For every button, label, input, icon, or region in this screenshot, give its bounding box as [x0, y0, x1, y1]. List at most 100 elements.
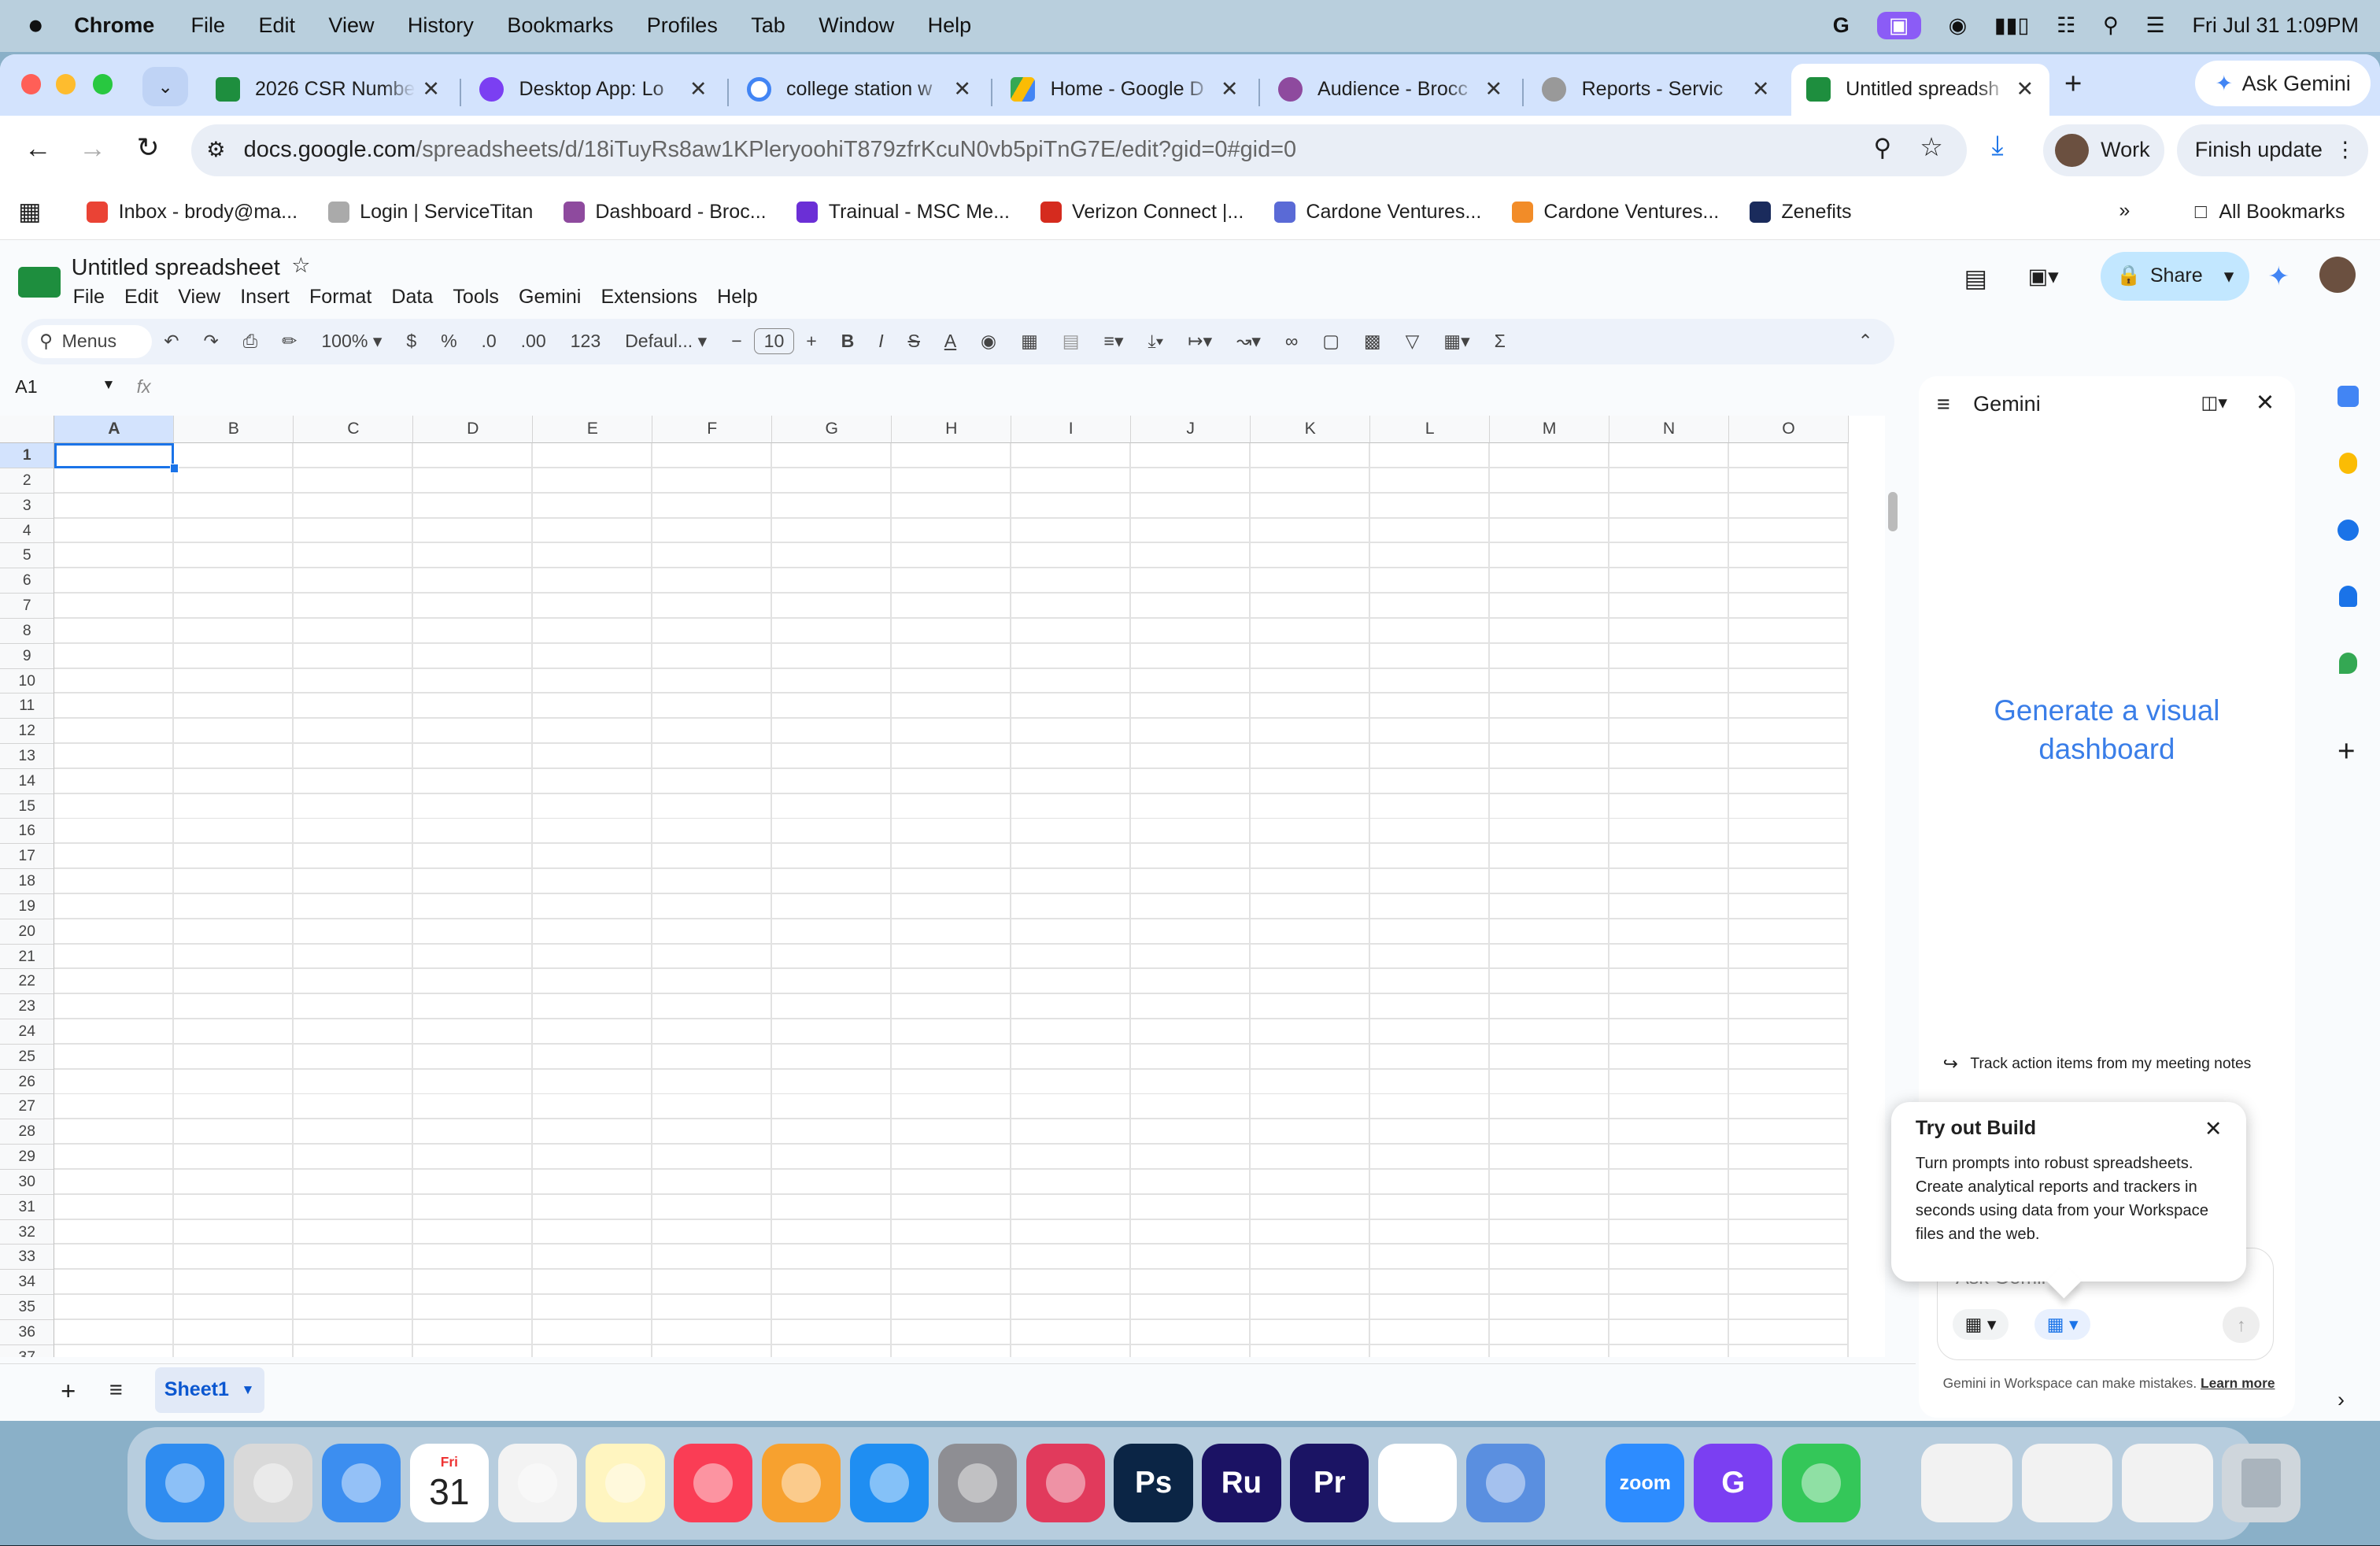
name-box[interactable]: A1 ▼ [15, 376, 115, 398]
dock-phone[interactable] [1781, 1444, 1861, 1523]
dock-trash[interactable] [2222, 1444, 2301, 1523]
dock-launchpad[interactable] [233, 1444, 313, 1523]
menu-view[interactable]: View [328, 13, 374, 38]
row-header[interactable]: 19 [0, 893, 55, 919]
all-sheets-icon[interactable]: ≡ [109, 1378, 123, 1404]
wifi-icon[interactable]: ☷ [2057, 13, 2075, 38]
fill-color-icon[interactable]: ◉ [981, 331, 996, 352]
decrease-decimal-button[interactable]: .0 [481, 331, 496, 352]
menu-tab[interactable]: Tab [751, 13, 785, 38]
functions-button[interactable]: Σ [1495, 331, 1506, 352]
row-header[interactable]: 17 [0, 844, 55, 870]
dock-app-store[interactable] [849, 1444, 929, 1523]
popup-close-icon[interactable]: ✕ [2204, 1117, 2223, 1141]
dock-grammarly[interactable]: G [1694, 1444, 1773, 1523]
bookmark-cardone-2[interactable]: Cardone Ventures... [1511, 201, 1719, 224]
dock-recent-stack[interactable] [2021, 1444, 2113, 1523]
control-center-icon[interactable]: ☰ [2146, 13, 2165, 38]
maps-icon[interactable] [2338, 653, 2358, 675]
dock-photoshop[interactable]: Ps [1114, 1444, 1193, 1523]
font-size-input[interactable]: 10 [754, 328, 794, 355]
menu-history[interactable]: History [408, 13, 474, 38]
build-chip-icon[interactable]: ▦ ▾ [2034, 1309, 2091, 1340]
dock-premiere-pro[interactable]: Pr [1290, 1444, 1369, 1523]
share-button[interactable]: 🔒 Share ▾ [2101, 252, 2250, 301]
gemini-headline[interactable]: Generate a visual dashboard [1970, 692, 2243, 767]
clock[interactable]: Fri Jul 31 1:09PM [2192, 13, 2359, 38]
fill-handle[interactable] [169, 464, 179, 473]
reload-icon[interactable]: ↻ [137, 132, 160, 164]
italic-button[interactable]: I [878, 331, 883, 352]
apple-icon[interactable]: ● [28, 10, 44, 41]
bold-button[interactable]: B [841, 331, 855, 352]
row-header[interactable]: 30 [0, 1169, 55, 1195]
menu-bookmarks[interactable]: Bookmarks [507, 13, 613, 38]
tab-csr-numbers[interactable]: 2026 CSR Numbe ✕ [201, 64, 456, 116]
column-header[interactable]: D [413, 416, 534, 444]
row-header[interactable]: 18 [0, 869, 55, 894]
doc-menu-data[interactable]: Data [391, 286, 433, 309]
share-dropdown-icon[interactable]: ▾ [2224, 264, 2234, 288]
doc-menu-gemini[interactable]: Gemini [519, 286, 581, 309]
row-header[interactable]: 8 [0, 618, 55, 644]
grammarly-icon[interactable]: G [1833, 13, 1850, 38]
selected-cell-a1[interactable] [54, 443, 175, 468]
column-header[interactable]: H [892, 416, 1012, 444]
maximize-window-dot[interactable] [92, 74, 113, 94]
row-header[interactable]: 9 [0, 643, 55, 669]
row-header[interactable]: 3 [0, 493, 55, 519]
dock-chrome[interactable] [1377, 1444, 1458, 1523]
row-header[interactable]: 36 [0, 1319, 55, 1345]
download-icon[interactable]: ⤓ [1991, 131, 2003, 161]
tab-google-drive[interactable]: Home - Google D ✕ [996, 64, 1254, 116]
column-header[interactable]: M [1490, 416, 1610, 444]
row-header[interactable]: 37 [0, 1344, 55, 1358]
bookmark-verizon[interactable]: Verizon Connect |... [1040, 201, 1244, 224]
battery-icon[interactable]: ▮▮▯ [1994, 13, 2030, 38]
menu-profiles[interactable]: Profiles [647, 13, 718, 38]
contacts-icon[interactable] [2338, 586, 2358, 608]
row-header[interactable]: 35 [0, 1295, 55, 1320]
doc-menu-edit[interactable]: Edit [124, 286, 158, 309]
panel-layout-icon[interactable]: ◫▾ [2201, 392, 2227, 413]
bookmark-servicetitan[interactable]: Login | ServiceTitan [327, 201, 533, 224]
gemini-menu-icon[interactable]: ≡ [1937, 392, 1950, 418]
zoom-icon[interactable]: ⚲ [1873, 134, 1891, 162]
row-header[interactable]: 29 [0, 1145, 55, 1170]
rotate-icon[interactable]: ↝▾ [1236, 331, 1261, 352]
tab-desktop-app[interactable]: Desktop App: Lo ✕ [464, 64, 722, 116]
menu-file[interactable]: File [191, 13, 226, 38]
add-sheet-icon[interactable]: + [61, 1376, 76, 1406]
sheet-context-chip-icon[interactable]: ▦ ▾ [1953, 1309, 2009, 1340]
font-size-increase-icon[interactable]: + [806, 331, 817, 352]
add-addon-icon[interactable]: + [2338, 734, 2371, 769]
hide-side-panel-icon[interactable]: › [2338, 1388, 2345, 1412]
row-header[interactable]: 13 [0, 743, 55, 769]
wrap-icon[interactable]: ↦▾ [1188, 331, 1212, 352]
gemini-suggestion[interactable]: ↪ Track action items from my meeting not… [1943, 1053, 2252, 1074]
row-header[interactable]: 25 [0, 1044, 55, 1070]
row-header[interactable]: 16 [0, 819, 55, 845]
vertical-scrollbar[interactable] [1888, 491, 1898, 531]
close-tab-icon[interactable]: ✕ [1214, 77, 1245, 102]
row-header[interactable]: 33 [0, 1245, 55, 1270]
close-tab-icon[interactable]: ✕ [1478, 77, 1509, 102]
new-tab-icon[interactable]: + [2064, 67, 2082, 102]
tab-untitled-spreadsheet[interactable]: Untitled spreadsh ✕ [1791, 63, 2049, 116]
row-header[interactable]: 21 [0, 944, 55, 970]
column-header[interactable]: C [294, 416, 414, 444]
close-panel-icon[interactable]: ✕ [2256, 389, 2275, 416]
spreadsheet-grid[interactable]: A B C D E F G H I J K L M N O 1 2 3 4 5 6 7 8 9 10 11 12 13 14 15 16 17… [0, 416, 1886, 1358]
row-header[interactable]: 34 [0, 1270, 55, 1296]
dock-mail[interactable] [321, 1444, 401, 1523]
learn-more-link[interactable]: Learn more [2201, 1375, 2275, 1391]
sheet-tab-sheet1[interactable]: Sheet1 ▼ [154, 1367, 264, 1413]
send-icon[interactable]: ↑ [2223, 1306, 2260, 1343]
row-header[interactable]: 15 [0, 793, 55, 819]
row-header[interactable]: 10 [0, 668, 55, 694]
row-header[interactable]: 32 [0, 1219, 55, 1245]
tab-search-icon[interactable]: ⌄ [142, 66, 189, 106]
column-header[interactable]: L [1370, 416, 1491, 444]
address-bar[interactable]: ⚙ docs.google.com /spreadsheets/d/18iTuy… [191, 124, 1968, 176]
dock-downloads-stack[interactable] [1921, 1444, 2012, 1523]
